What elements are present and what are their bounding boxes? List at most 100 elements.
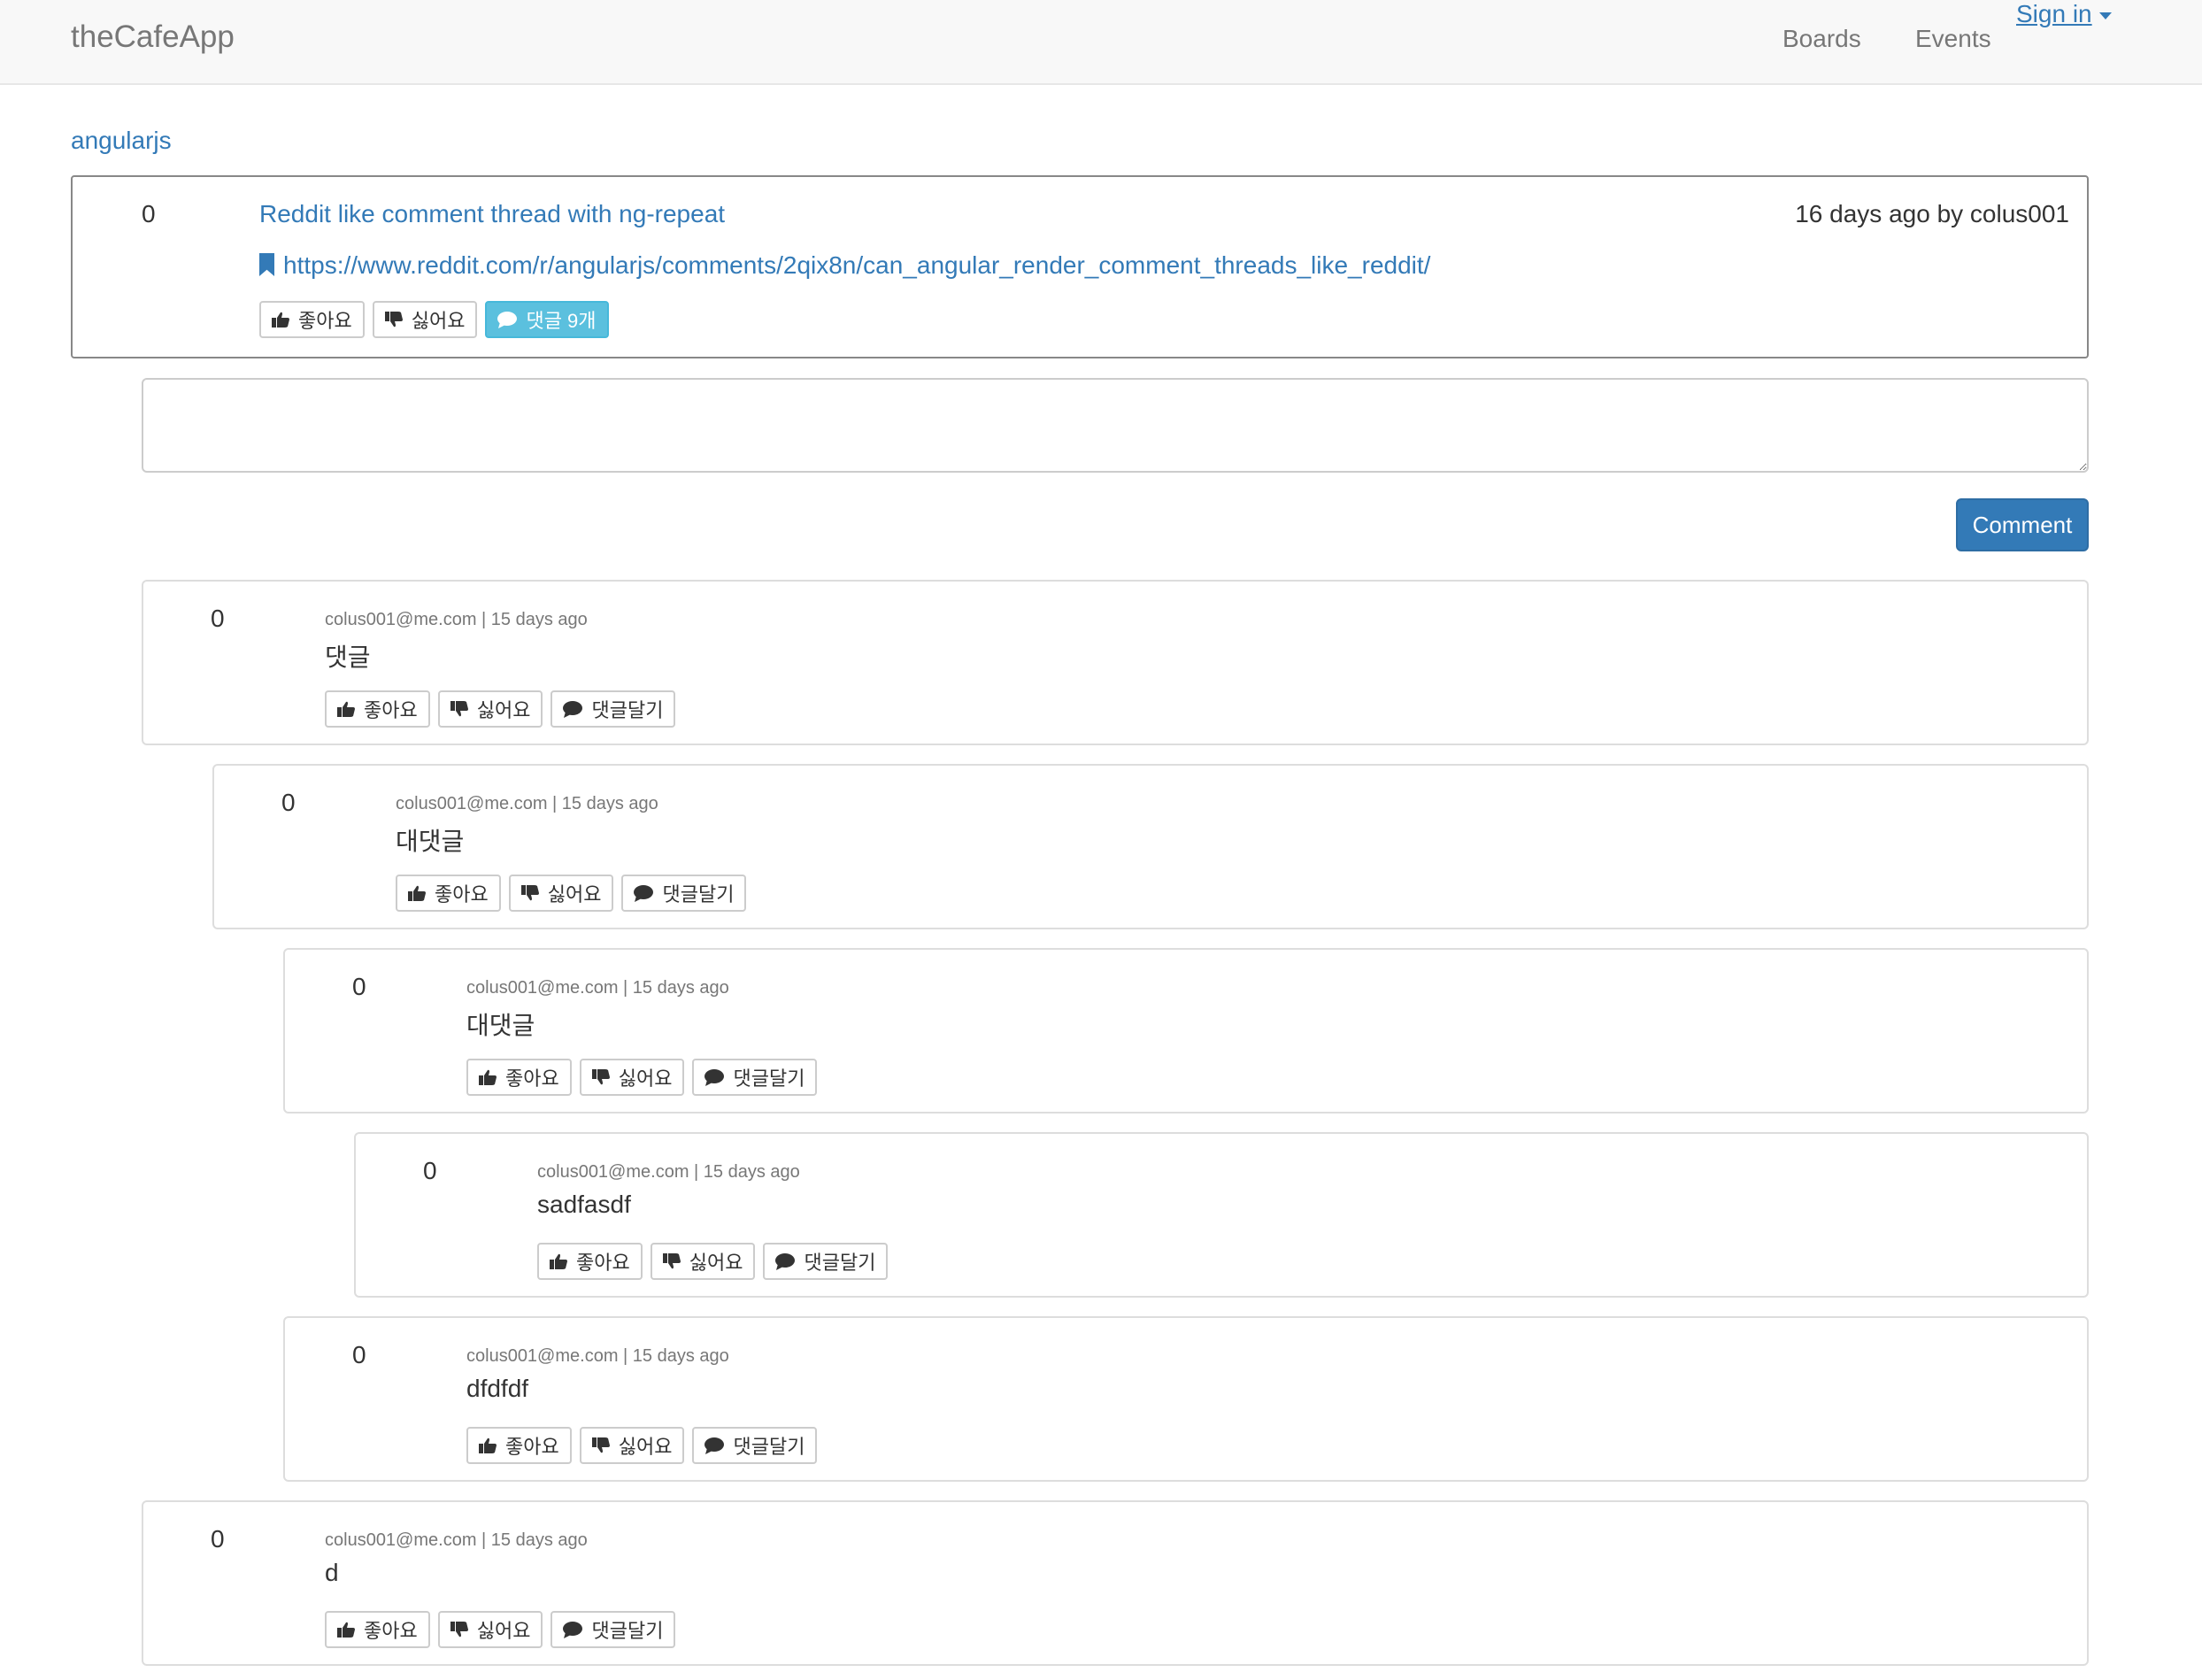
comment-dislike-button[interactable]: 싫어요 bbox=[650, 1243, 756, 1280]
post-url-link[interactable]: https://www.reddit.com/r/angularjs/comme… bbox=[259, 251, 1430, 280]
comment-like-button[interactable]: 좋아요 bbox=[325, 1611, 430, 1648]
post-url-text: https://www.reddit.com/r/angularjs/comme… bbox=[283, 251, 1431, 279]
comment-meta: colus001@me.com | 15 days ago bbox=[325, 610, 588, 629]
comment-card: 0 colus001@me.com | 15 days ago 대댓글좋아요 싫어요 댓… bbox=[283, 948, 2089, 1114]
comment-actions: 좋아요 싫어요 댓글달기 bbox=[325, 1611, 676, 1648]
comment-card: 0 colus001@me.com | 15 days ago 댓글 좋아요 싫어요 댓글… bbox=[142, 580, 2089, 745]
comment-like-button[interactable]: 좋아요 bbox=[325, 690, 430, 728]
nav-events-link[interactable]: Events bbox=[1915, 25, 1991, 53]
comment-reply-button[interactable]: 댓글달기 bbox=[550, 690, 676, 728]
post-card: 0 Reddit like comment thread with ng-rep… bbox=[71, 175, 2089, 358]
thumbs-up-icon bbox=[337, 1622, 355, 1638]
comment-author: colus001@me.com bbox=[325, 1530, 477, 1550]
comment-body: dfdfdf bbox=[466, 1375, 529, 1402]
thumbs-down-icon bbox=[662, 1253, 681, 1269]
signin-dropdown[interactable]: Sign in bbox=[2016, 0, 2112, 28]
comment-score: 0 bbox=[352, 1341, 366, 1368]
comment-card: 0 colus001@me.com | 15 days ago dfdfdf 좋아요 싫… bbox=[283, 1316, 2089, 1482]
comment-score: 0 bbox=[423, 1157, 437, 1184]
comment-like-button[interactable]: 좋아요 bbox=[537, 1243, 643, 1280]
like-button[interactable]: 좋아요 bbox=[259, 301, 365, 338]
brand-logo[interactable]: theCafeApp bbox=[71, 19, 235, 55]
speech-bubble-icon bbox=[563, 1621, 583, 1638]
comment-time: 15 days ago bbox=[561, 794, 658, 813]
comment-meta: colus001@me.com | 15 days ago bbox=[537, 1162, 800, 1182]
comment-like-button[interactable]: 좋아요 bbox=[466, 1427, 572, 1464]
comment-actions: 좋아요 싫어요 댓글달기 bbox=[466, 1427, 818, 1464]
comment-card: 0 colus001@me.com | 15 days ago sadfasdf 좋아… bbox=[354, 1132, 2089, 1298]
comment-meta: colus001@me.com | 15 days ago bbox=[466, 978, 729, 998]
thumbs-down-icon bbox=[384, 312, 403, 328]
comment-actions: 좋아요 싫어요 댓글달기 bbox=[396, 875, 747, 912]
thumbs-up-icon bbox=[337, 701, 355, 717]
thumbs-down-icon bbox=[591, 1069, 610, 1085]
thumbs-up-icon bbox=[550, 1253, 567, 1269]
comment-dislike-button[interactable]: 싫어요 bbox=[508, 875, 614, 912]
comment-time: 15 days ago bbox=[703, 1162, 800, 1182]
speech-bubble-icon bbox=[704, 1068, 725, 1086]
comment-author: colus001@me.com bbox=[466, 1346, 619, 1366]
dislike-label: 싫어요 bbox=[618, 1436, 673, 1458]
dislike-label: 싫어요 bbox=[547, 883, 602, 906]
speech-bubble-icon bbox=[563, 700, 583, 718]
comments-count-button[interactable]: 댓글 9개 bbox=[485, 301, 609, 338]
dislike-button[interactable]: 싫어요 bbox=[372, 301, 478, 338]
comment-body: 대댓글 bbox=[396, 828, 465, 855]
dislike-label: 싫어요 bbox=[411, 310, 466, 332]
comment-dislike-button[interactable]: 싫어요 bbox=[437, 1611, 543, 1648]
nav-boards-link[interactable]: Boards bbox=[1782, 25, 1861, 53]
post-title-link[interactable]: Reddit like comment thread with ng-repea… bbox=[259, 200, 725, 228]
speech-bubble-icon bbox=[704, 1437, 725, 1454]
comment-textarea[interactable] bbox=[142, 378, 2089, 473]
like-label: 좋아요 bbox=[364, 1620, 418, 1642]
like-label: 좋아요 bbox=[435, 883, 489, 906]
post-actions: 좋아요 싫어요 댓글 9개 bbox=[259, 301, 609, 338]
comment-body: 대댓글 bbox=[466, 1012, 535, 1039]
comment-dislike-button[interactable]: 싫어요 bbox=[579, 1059, 685, 1096]
reply-label: 댓글달기 bbox=[804, 1252, 876, 1274]
thumbs-down-icon bbox=[450, 701, 468, 717]
comment-meta: colus001@me.com | 15 days ago bbox=[466, 1346, 729, 1366]
comment-author: colus001@me.com bbox=[325, 610, 477, 629]
dislike-label: 싫어요 bbox=[689, 1252, 743, 1274]
speech-bubble-icon bbox=[634, 884, 654, 902]
dislike-label: 싫어요 bbox=[476, 699, 531, 721]
post-meta: 16 days ago by colus001 bbox=[1795, 200, 2069, 227]
comment-reply-button[interactable]: 댓글달기 bbox=[550, 1611, 676, 1648]
comment-body: d bbox=[325, 1559, 339, 1586]
thumbs-down-icon bbox=[450, 1622, 468, 1638]
board-breadcrumb-link[interactable]: angularjs bbox=[71, 127, 172, 155]
comment-author: colus001@me.com bbox=[537, 1162, 689, 1182]
reply-label: 댓글달기 bbox=[662, 883, 735, 906]
reply-label: 댓글달기 bbox=[733, 1436, 805, 1458]
comment-body: sadfasdf bbox=[537, 1191, 631, 1218]
comment-score: 0 bbox=[211, 1525, 225, 1553]
reply-label: 댓글달기 bbox=[733, 1067, 805, 1090]
like-label: 좋아요 bbox=[505, 1436, 559, 1458]
comment-reply-button[interactable]: 댓글달기 bbox=[692, 1059, 818, 1096]
like-label: 좋아요 bbox=[505, 1067, 559, 1090]
comment-submit-button[interactable]: Comment bbox=[1956, 498, 2089, 551]
comment-meta: colus001@me.com | 15 days ago bbox=[396, 794, 658, 813]
post-score: 0 bbox=[142, 200, 156, 227]
comment-reply-button[interactable]: 댓글달기 bbox=[763, 1243, 889, 1280]
comment-author: colus001@me.com bbox=[396, 794, 548, 813]
dislike-label: 싫어요 bbox=[476, 1620, 531, 1642]
like-label: 좋아요 bbox=[576, 1252, 630, 1274]
comment-reply-button[interactable]: 댓글달기 bbox=[621, 875, 747, 912]
comment-time: 15 days ago bbox=[632, 1346, 729, 1366]
comment-reply-button[interactable]: 댓글달기 bbox=[692, 1427, 818, 1464]
dislike-label: 싫어요 bbox=[618, 1067, 673, 1090]
comment-actions: 좋아요 싫어요 댓글달기 bbox=[537, 1243, 889, 1280]
comment-actions: 좋아요 싫어요 댓글달기 bbox=[466, 1059, 818, 1096]
comment-like-button[interactable]: 좋아요 bbox=[396, 875, 501, 912]
comment-time: 15 days ago bbox=[490, 1530, 588, 1550]
comment-time: 15 days ago bbox=[490, 610, 588, 629]
signin-label: Sign in bbox=[2016, 0, 2092, 27]
comment-dislike-button[interactable]: 싫어요 bbox=[579, 1427, 685, 1464]
comment-like-button[interactable]: 좋아요 bbox=[466, 1059, 572, 1096]
thumbs-up-icon bbox=[479, 1437, 497, 1453]
comment-dislike-button[interactable]: 싫어요 bbox=[437, 690, 543, 728]
comment-score: 0 bbox=[281, 789, 296, 816]
comment-score: 0 bbox=[352, 973, 366, 1000]
